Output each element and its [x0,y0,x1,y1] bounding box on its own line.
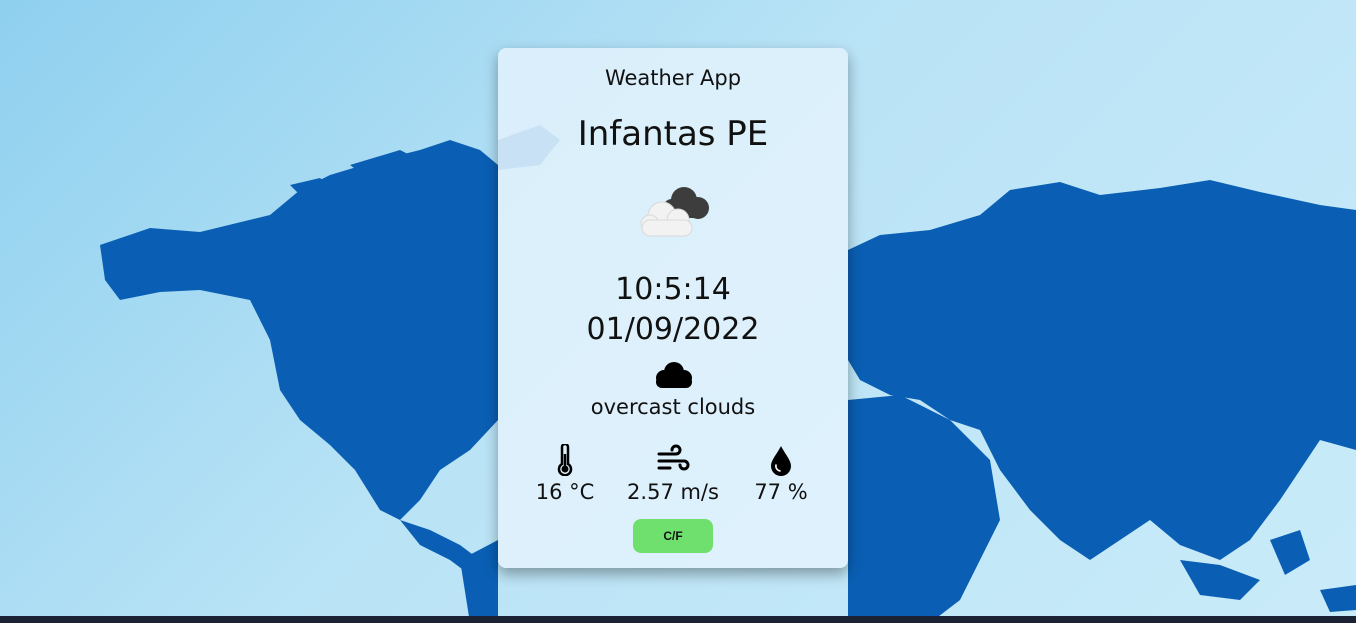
weather-condition: overcast clouds [590,395,756,419]
wind-stat: 2.57 m/s [618,444,728,504]
cloud-icon [656,362,692,388]
current-time: 10:5:14 [615,272,731,307]
taskbar-edge [0,616,1356,623]
city-name: Infantas PE [577,114,769,154]
humidity-value: 77 % [754,480,808,504]
humidity-stat: 77 % [726,444,836,504]
temperature-value: 16 °C [535,480,595,504]
wind-value: 2.57 m/s [627,480,719,504]
app-title: Weather App [604,66,742,90]
weather-card: Weather App Infantas PE 10:5:14 01/09/20… [498,48,848,568]
current-date: 01/09/2022 [586,312,760,347]
thermometer-icon [557,444,573,476]
temperature-stat: 16 °C [510,444,620,504]
droplet-icon [771,446,791,476]
unit-toggle-button[interactable]: C/F [633,519,713,553]
overcast-clouds-icon [640,187,709,237]
wind-icon [657,444,690,471]
